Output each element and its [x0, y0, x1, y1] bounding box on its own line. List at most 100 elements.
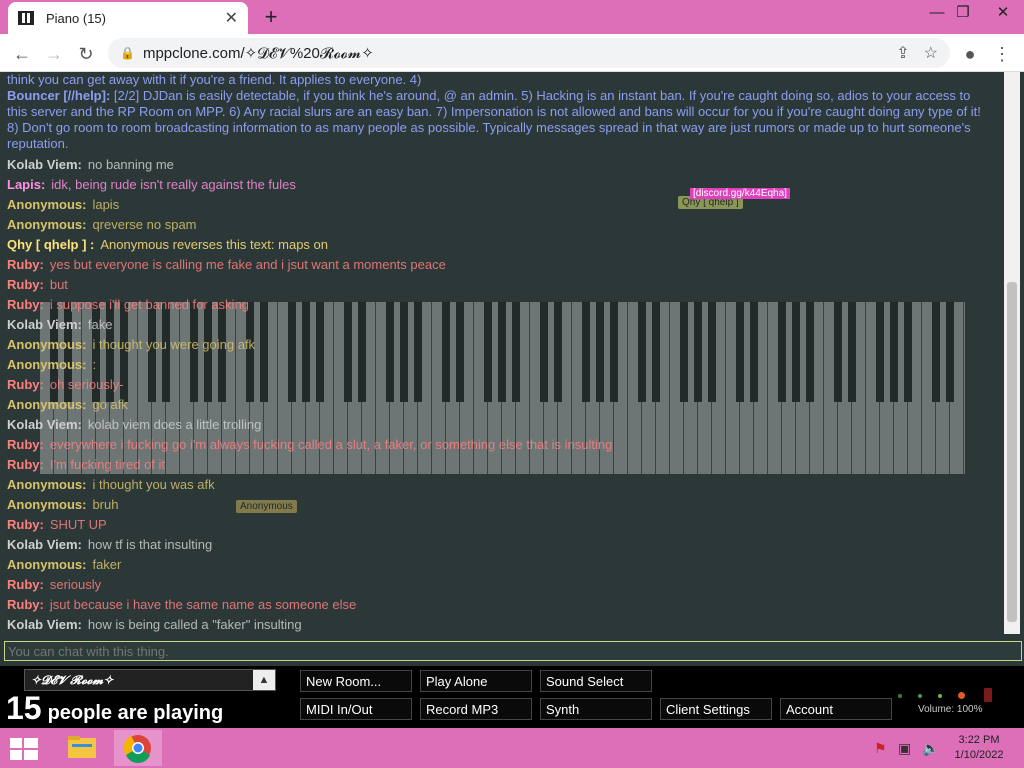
window-close-icon[interactable]: ✕	[988, 2, 1018, 24]
clock-date: 1/10/2022	[954, 749, 1004, 761]
new-room-button[interactable]: New Room...	[300, 670, 412, 692]
room-selector[interactable]: ✧𝓓𝓔𝓥 𝓡𝓸𝓸𝓶✧ ▲	[24, 669, 276, 691]
tab-close-icon[interactable]: ✕	[225, 8, 238, 28]
chat-input[interactable]	[4, 641, 1022, 661]
chat-message-author[interactable]: Ruby:	[7, 257, 44, 272]
room-expand-icon[interactable]: ▲	[253, 670, 275, 690]
chat-message-author[interactable]: Anonymous:	[7, 477, 86, 492]
profile-icon[interactable]: ●	[956, 40, 984, 68]
chat-message-author[interactable]: Ruby:	[7, 297, 44, 312]
chat-message-author[interactable]: Ruby:	[7, 457, 44, 472]
status-dot-2	[918, 694, 922, 698]
chat-message-author[interactable]: Qhy [ qhelp ] :	[7, 237, 94, 252]
chat-message-author[interactable]: Anonymous:	[7, 197, 86, 212]
chat-message-text: how is being called a "faker" insulting	[87, 617, 302, 632]
chat-message-author[interactable]: Anonymous:	[7, 217, 86, 232]
new-tab-button[interactable]: +	[258, 4, 284, 30]
chat-message-author[interactable]: Ruby:	[7, 517, 44, 532]
status-dot-1	[898, 694, 902, 698]
account-button[interactable]: Account	[780, 698, 892, 720]
browser-titlebar: Piano (15) ✕ + — ❐ ✕	[0, 0, 1024, 34]
play-alone-button[interactable]: Play Alone	[420, 670, 532, 692]
chat-message-author[interactable]: Ruby:	[7, 577, 44, 592]
flag-icon[interactable]: ⚑	[874, 740, 887, 757]
chat-message-text: qreverse no spam	[92, 217, 197, 232]
people-count-label: people are playing	[47, 702, 224, 724]
chat-message: Anonymous: lapis	[0, 195, 1004, 215]
chat-message-author[interactable]: Ruby:	[7, 377, 44, 392]
share-icon[interactable]: ⇪	[896, 43, 909, 63]
piano-page: think you can get away with it if you're…	[0, 72, 1024, 728]
volume-label: Volume: 100%	[918, 704, 983, 715]
chat-message: Kolab Viem: no banning me	[0, 155, 1004, 175]
chat-message: Kolab Viem: how tf is that insulting	[0, 535, 1004, 555]
browser-tab[interactable]: Piano (15) ✕	[8, 2, 248, 34]
chrome-taskbar-icon[interactable]	[114, 730, 162, 766]
chat-message-author[interactable]: Lapis:	[7, 177, 45, 192]
chat-message-author[interactable]: Anonymous:	[7, 337, 86, 352]
address-bar[interactable]: 🔒 mppclone.com/✧𝓓𝓔𝓥%20𝓡𝓸𝓸𝓶✧ ⇪ ☆	[108, 38, 950, 68]
chat-message: Anonymous: faker	[0, 555, 1004, 575]
chat-message: Ruby: i suppose i'll get banned for askin…	[0, 295, 1004, 315]
chat-message-text: go afk	[92, 397, 128, 412]
chat-message-text: but	[49, 277, 68, 292]
lock-icon: 🔒	[120, 46, 135, 60]
chat-message-author[interactable]: Kolab Viem:	[7, 157, 82, 172]
bouncer-message: think you can get away with it if you're…	[7, 72, 987, 152]
chat-message-text: everywhere i fucking go i'm always fucki…	[49, 437, 613, 452]
client-settings-button[interactable]: Client Settings	[660, 698, 772, 720]
status-dot-4	[958, 692, 965, 699]
windows-taskbar: ⚑ ▣ 🔈 3:22 PM 1/10/2022	[0, 728, 1024, 768]
chat-message-author[interactable]: Ruby:	[7, 437, 44, 452]
chat-message-author[interactable]: Kolab Viem:	[7, 417, 82, 432]
desktop: Piano (15) ✕ + — ❐ ✕ ← → ↻ 🔒 mppclone.co…	[0, 0, 1024, 768]
chat-message: Ruby: yes but everyone is calling me fake…	[0, 255, 1004, 275]
sound-select-button[interactable]: Sound Select	[540, 670, 652, 692]
back-icon[interactable]: ←	[8, 40, 36, 68]
reload-icon[interactable]: ↻	[72, 40, 100, 68]
message-list: Kolab Viem: no banning me Lapis: idk, being…	[0, 155, 1004, 634]
chat-message-author[interactable]: Anonymous:	[7, 497, 86, 512]
chat-message-author[interactable]: Anonymous:	[7, 557, 86, 572]
bouncer-top-line: think you can get away with it if you're…	[7, 72, 422, 87]
chat-message-author[interactable]: Ruby:	[7, 277, 44, 292]
file-explorer-icon[interactable]	[58, 730, 106, 766]
menu-kebab-icon[interactable]: ⋮	[988, 40, 1016, 68]
chat-message-author[interactable]: Kolab Viem:	[7, 317, 82, 332]
restore-icon[interactable]: ❐	[948, 2, 978, 24]
chat-message-text: idk, being rude isn't really against the…	[51, 177, 296, 192]
chat-message: Kolab Viem: how is being called a "faker"…	[0, 615, 1004, 634]
synth-button[interactable]: Synth	[540, 698, 652, 720]
record-mp3-button[interactable]: Record MP3	[420, 698, 532, 720]
room-name: ✧𝓓𝓔𝓥 𝓡𝓸𝓸𝓶✧	[31, 673, 114, 687]
chat-message-author[interactable]: Kolab Viem:	[7, 617, 82, 632]
chat-message-author[interactable]: Anonymous:	[7, 397, 86, 412]
chat-log: think you can get away with it if you're…	[0, 72, 1004, 634]
chat-message: Lapis: idk, being rude isn't really again…	[0, 175, 1004, 195]
windows-start-icon[interactable]	[8, 736, 40, 762]
chat-scrollbar[interactable]	[1004, 72, 1020, 634]
network-icon[interactable]: ▣	[898, 740, 911, 757]
chat-message-text: :	[92, 357, 97, 372]
chat-message-text: faker	[92, 557, 122, 572]
piano-favicon-icon	[18, 11, 34, 25]
chat-message-author[interactable]: Anonymous:	[7, 357, 86, 372]
forward-icon[interactable]: →	[40, 40, 68, 68]
chat-message-text: I'm fucking tired of it	[49, 457, 166, 472]
chat-message: Qhy [ qhelp ] : Anonymous reverses this t…	[0, 235, 1004, 255]
midi-button[interactable]: MIDI In/Out	[300, 698, 412, 720]
url-text: mppclone.com/✧𝓓𝓔𝓥%20𝓡𝓸𝓸𝓶✧	[142, 45, 374, 62]
bookmark-star-icon[interactable]: ☆	[924, 43, 938, 63]
bouncer-block: think you can get away with it if you're…	[0, 72, 1004, 155]
chat-message-text: no banning me	[87, 157, 174, 172]
taskbar-clock[interactable]: 3:22 PM 1/10/2022	[946, 733, 1012, 763]
chat-message-text: fake	[87, 317, 113, 332]
speaker-muted-icon[interactable]: 🔈	[922, 740, 939, 757]
people-count: 15 people are playing	[6, 690, 223, 727]
volume-knob-icon[interactable]	[984, 688, 992, 702]
chat-message-author[interactable]: Kolab Viem:	[7, 537, 82, 552]
scrollbar-thumb[interactable]	[1007, 282, 1017, 622]
chat-message-author[interactable]: Ruby:	[7, 597, 44, 612]
chat-message: Ruby: jsut because i have the same name a…	[0, 595, 1004, 615]
clock-time: 3:22 PM	[958, 734, 1000, 746]
